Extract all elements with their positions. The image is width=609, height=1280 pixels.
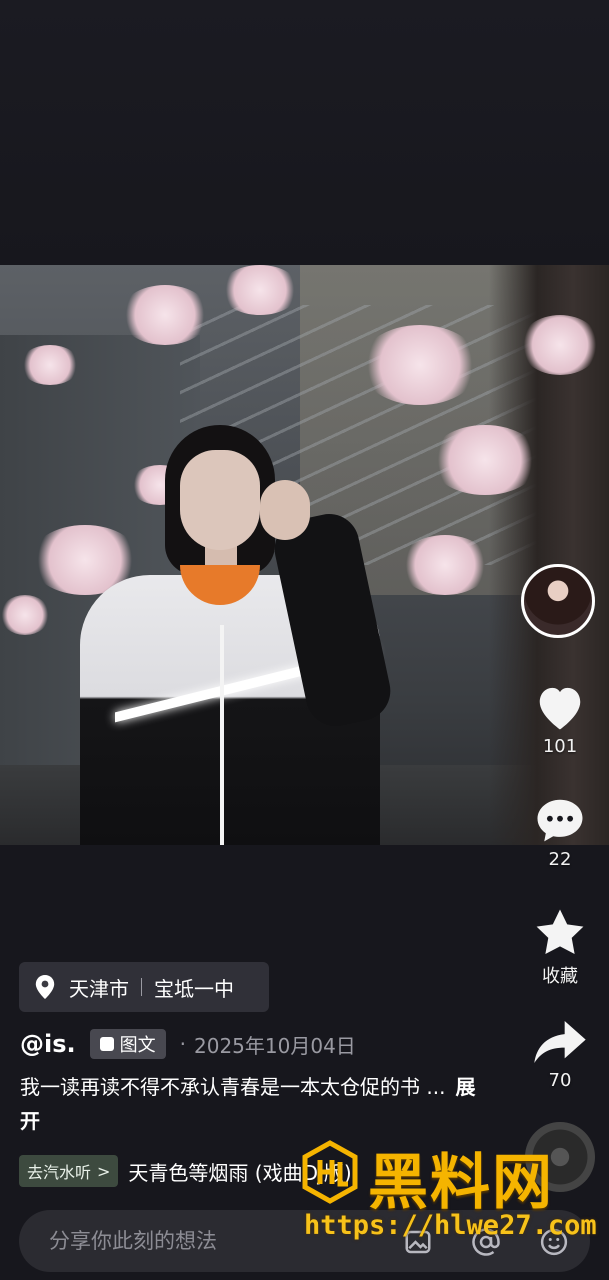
emoji-icon[interactable] (539, 1227, 569, 1257)
top-empty-area (0, 0, 609, 265)
location-tag[interactable]: 天津市 宝坻一中 (19, 962, 269, 1012)
comment-button[interactable]: 22 (520, 795, 600, 870)
blossom (520, 315, 600, 375)
favorite-button[interactable]: 收藏 (520, 906, 600, 988)
music-disc[interactable] (525, 1122, 595, 1192)
blossom (0, 595, 50, 635)
post-caption[interactable]: 我一读再读不得不承认青春是一本太仓促的书 ... 展开 (20, 1070, 490, 1138)
share-icon (534, 1021, 586, 1063)
blossom (430, 425, 540, 495)
blossom (220, 265, 300, 315)
blossom (360, 325, 480, 405)
favorite-label: 收藏 (542, 966, 578, 987)
author-avatar[interactable] (521, 564, 595, 638)
share-count: 70 (548, 1070, 572, 1091)
post-photo[interactable] (0, 265, 609, 845)
meta-separator: · (179, 1032, 186, 1056)
image-icon[interactable] (403, 1227, 433, 1257)
comment-count: 22 (548, 849, 572, 870)
like-count: 101 (542, 736, 578, 757)
comment-icon (537, 799, 583, 842)
at-icon[interactable] (471, 1227, 501, 1257)
author-name[interactable]: @is. (20, 1030, 76, 1058)
post-type-label: 图文 (119, 1035, 156, 1056)
photo-person (60, 425, 440, 845)
location-pin-icon (35, 975, 55, 999)
song-title[interactable]: 天青色等烟雨 (戏曲DJ版) (128, 1157, 351, 1186)
comment-input[interactable] (47, 1228, 381, 1254)
location-divider (141, 978, 142, 996)
post-date: 2025年10月04日 (194, 1033, 356, 1058)
blossom (20, 345, 80, 385)
caption-text: 我一读再读不得不承认青春是一本太仓促的书 ... (20, 1075, 446, 1099)
comment-bar (19, 1210, 590, 1272)
go-listen-button[interactable]: 去汽水听 > (19, 1155, 119, 1187)
post-type-badge: 图文 (89, 1029, 166, 1059)
doc-icon (99, 1037, 114, 1051)
heart-icon (539, 687, 581, 730)
star-icon (536, 909, 584, 955)
share-button[interactable]: 70 (520, 1018, 600, 1091)
author-row: @is. 图文 · 2025年10月04日 (20, 1026, 356, 1062)
chevron-right-icon: > (97, 1161, 111, 1181)
music-row: 去汽水听 > 天青色等烟雨 (戏曲DJ版) (19, 1153, 352, 1189)
blossom (120, 285, 210, 345)
location-place: 宝坻一中 (154, 976, 234, 1001)
location-city: 天津市 (69, 976, 129, 1001)
go-listen-label: 去汽水听 (27, 1163, 92, 1182)
like-button[interactable]: 101 (520, 682, 600, 757)
